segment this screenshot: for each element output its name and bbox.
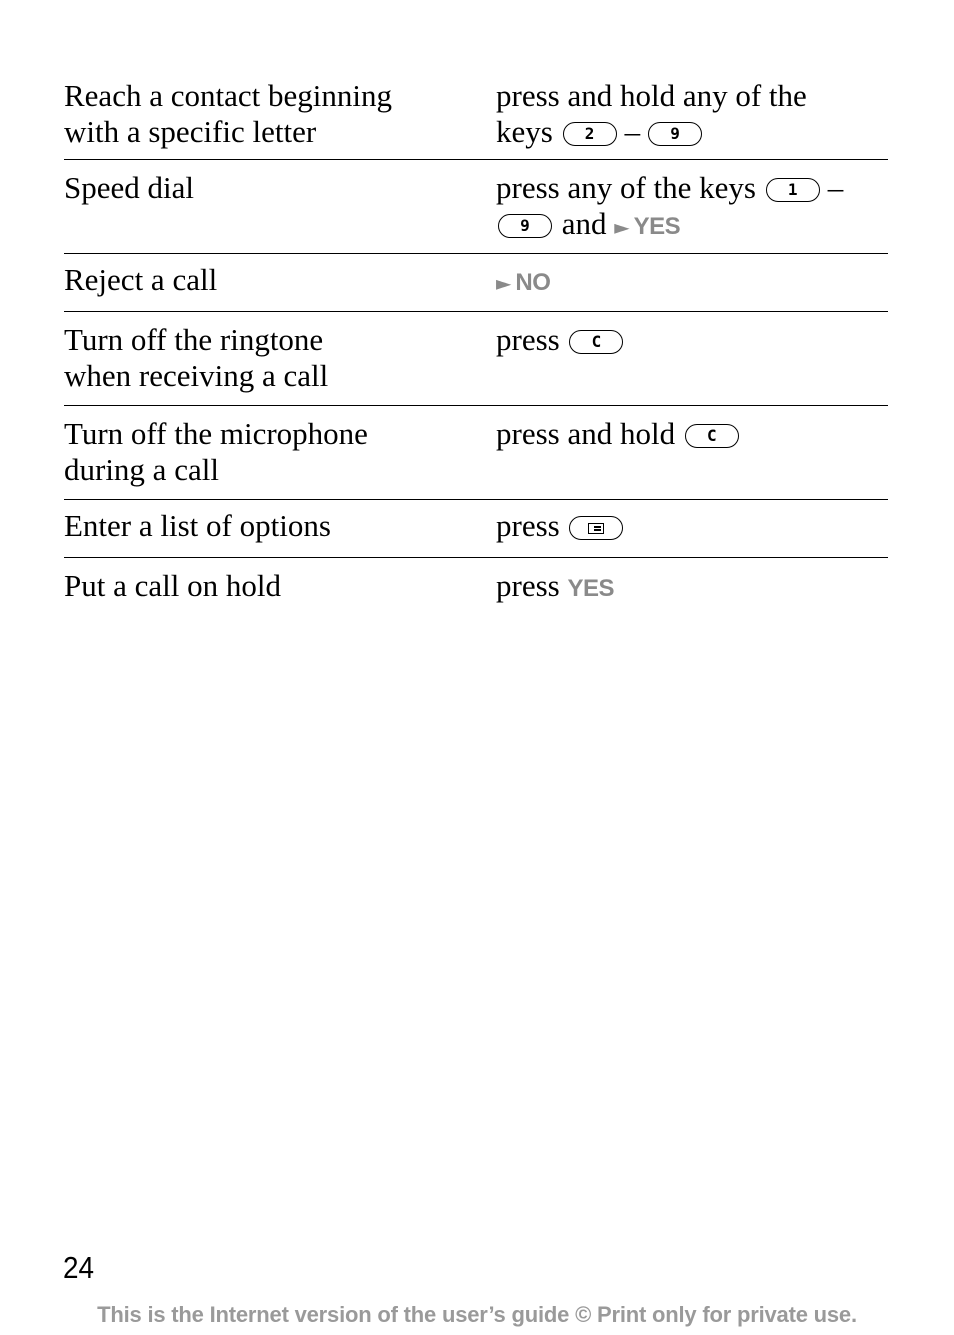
options-menu-key-icon [569, 516, 624, 540]
action-text: Reject a call [64, 262, 218, 297]
instruction-cell: press YES [496, 568, 888, 616]
table-row: Reach a contact beginning with a specifi… [64, 74, 888, 160]
action-text: with a specific letter [64, 114, 317, 149]
action-cell: Enter a list of options [64, 508, 496, 557]
action-cell: Reject a call [64, 262, 496, 311]
action-text: Enter a list of options [64, 508, 331, 543]
action-cell: Reach a contact beginning with a specifi… [64, 78, 496, 159]
key-c-icon: C [569, 330, 624, 354]
instruction-text: press [496, 508, 560, 543]
key-c-icon: C [684, 424, 739, 448]
menu-list-icon [588, 523, 605, 534]
table-row: Turn off the microphone during a call pr… [64, 406, 888, 500]
key-1-icon: 1 [765, 178, 820, 202]
instruction-text: press [496, 568, 560, 603]
instruction-cell: press C [496, 322, 888, 405]
table-row: Reject a call ► NO [64, 254, 888, 312]
key-9-icon: 9 [648, 122, 703, 146]
instruction-cell: press and hold C [496, 416, 888, 499]
instruction-text: press and hold [496, 416, 676, 451]
table-row: Speed dial press any of the keys 1– 9 and… [64, 160, 888, 254]
table-row: Turn off the ringtone when receiving a c… [64, 312, 888, 406]
key-2-icon: 2 [562, 122, 617, 146]
footer-notice: This is the Internet version of the user… [97, 1302, 857, 1327]
instruction-text: press any of the keys [496, 170, 756, 205]
soft-key-no: NO [515, 269, 551, 296]
table-row: Enter a list of options press [64, 500, 888, 558]
table-row: Put a call on hold press YES [64, 558, 888, 616]
action-text: Speed dial [64, 170, 194, 205]
instruction-text: keys [496, 114, 553, 149]
action-cell: Turn off the ringtone when receiving a c… [64, 322, 496, 405]
soft-key-yes: YES [567, 575, 614, 602]
action-text: when receiving a call [64, 358, 329, 393]
instruction-cell: press and hold any of the keys 2–9 [496, 78, 888, 159]
instruction-text: press and hold any of the [496, 78, 807, 113]
soft-key-yes: YES [633, 213, 681, 240]
range-dash: – [624, 114, 641, 149]
play-arrow-icon: ► [614, 215, 630, 239]
shortcut-table: Reach a contact beginning with a specifi… [64, 74, 888, 616]
instruction-text: press [496, 322, 560, 357]
action-text: Turn off the ringtone [64, 322, 324, 357]
action-text: during a call [64, 452, 219, 487]
connector-text: and [561, 206, 607, 241]
action-text: Reach a contact beginning [64, 78, 392, 113]
instruction-cell: ► NO [496, 262, 888, 311]
action-cell: Speed dial [64, 170, 496, 253]
action-text: Put a call on hold [64, 568, 281, 603]
instruction-cell: press [496, 508, 888, 557]
page-number: 24 [63, 1250, 95, 1285]
action-cell: Turn off the microphone during a call [64, 416, 496, 499]
key-9-icon: 9 [498, 214, 552, 238]
instruction-cell: press any of the keys 1– 9 and ► YES [496, 170, 888, 253]
range-dash: – [827, 170, 844, 205]
action-text: Turn off the microphone [64, 416, 368, 451]
action-cell: Put a call on hold [64, 568, 496, 616]
play-arrow-icon: ► [496, 271, 512, 295]
